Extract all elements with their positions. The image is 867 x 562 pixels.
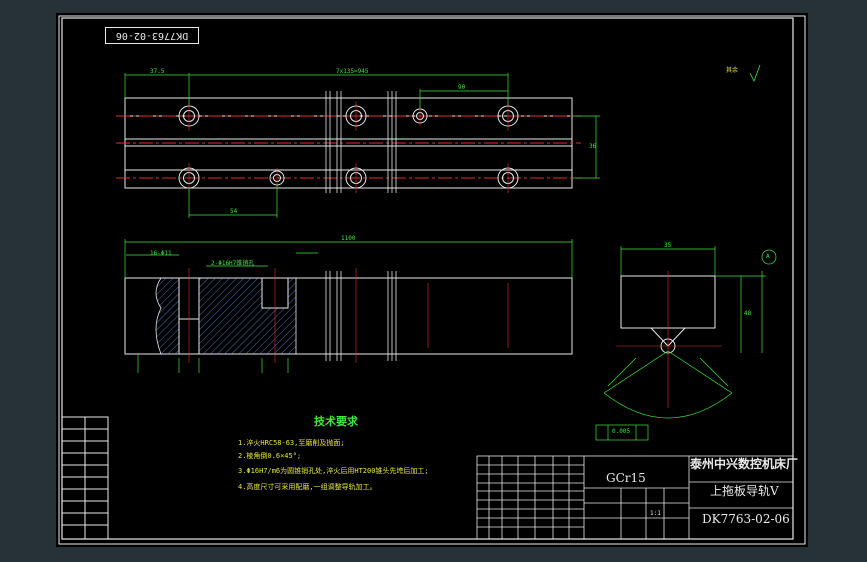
parallel-tolerance: 0.005: [612, 428, 631, 435]
top-view: [116, 73, 600, 218]
dim-bottom-spacing: 54: [230, 208, 238, 215]
company-name: 泰州中兴数控机床厂: [690, 457, 799, 471]
datum-label: A: [766, 253, 770, 260]
dim-left-offset: 37.5: [150, 68, 165, 75]
material-label: GCr15: [606, 471, 646, 485]
dim-overall-length: 1100: [341, 235, 356, 242]
dim-thread-note: 2-Φ16H7锥销孔: [211, 260, 255, 267]
tech-requirement-4: 4.高度尺寸可采用配磨,一组调整导轨加工。: [238, 483, 377, 491]
dim-pitch: 7x135=945: [336, 68, 369, 75]
front-view: [124, 239, 573, 373]
dim-width: 36: [589, 143, 597, 150]
dim-counterbore: 16-Φ11: [150, 250, 172, 257]
tech-requirement-3: 3.Φ16H7/m6为圆锥销孔处,淬火后用HT200锥头先垮后加工;: [238, 467, 429, 475]
revision-block: [61, 416, 109, 540]
tech-requirement-1: 1.淬火HRC58-63,至磨削及抛面;: [238, 439, 345, 447]
tech-requirement-2: 2.棱角倒0.6×45°;: [238, 452, 302, 460]
tech-requirements-heading: 技术要求: [314, 415, 358, 428]
roughness-note: 其余: [726, 67, 739, 74]
side-view: [595, 246, 777, 441]
dim-hole-spacing: 90: [458, 84, 466, 91]
scale-value: 1:1: [650, 510, 661, 517]
drawing-number: DK7763-02-06: [702, 512, 790, 526]
part-name: 上拖板导轨V: [710, 484, 779, 498]
dim-section-width: 35: [664, 242, 672, 249]
drawing-sheet: DK7763-02-06 其余 37.5 7x135=945 90 54 36 …: [56, 13, 808, 547]
dim-section-height: 48: [744, 310, 752, 317]
corner-drawing-code: DK7763-02-06: [105, 27, 199, 44]
